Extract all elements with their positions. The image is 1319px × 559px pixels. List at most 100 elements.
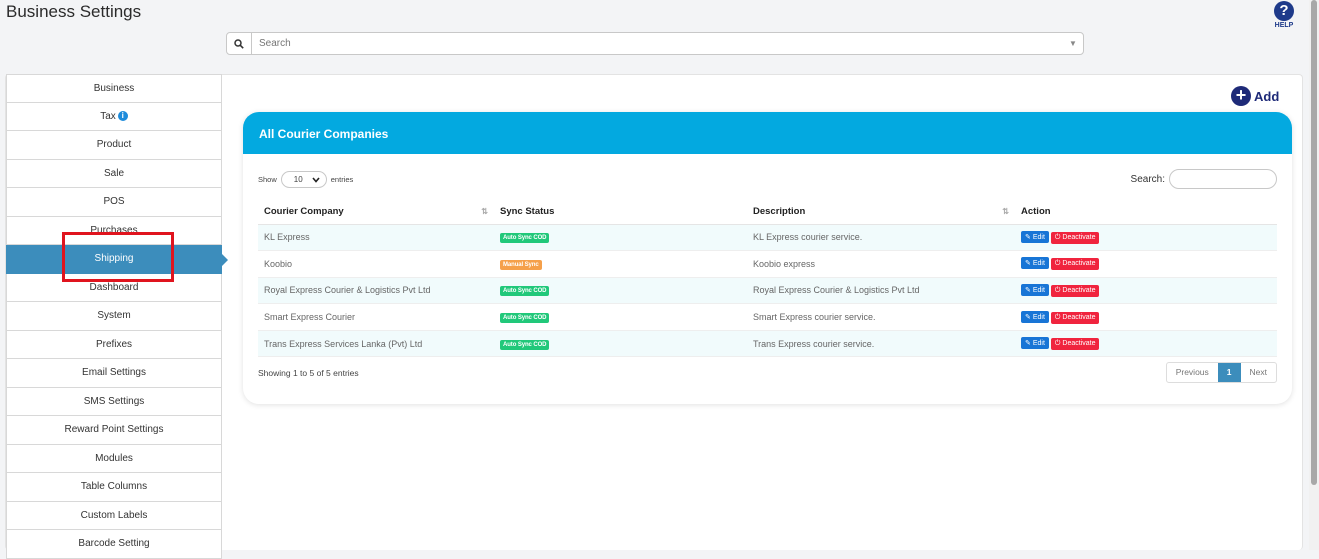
sidebar-item-label: POS [103, 196, 125, 207]
table-search-input[interactable] [1169, 169, 1277, 189]
sidebar-item-dashboard[interactable]: Dashboard [6, 273, 222, 302]
scrollbar-thumb[interactable] [1311, 0, 1317, 485]
power-icon: ⏻ [1054, 260, 1061, 268]
table-row: Royal Express Courier & Logistics Pvt Lt… [258, 277, 1277, 305]
sidebar-item-label: System [97, 310, 131, 321]
sidebar-item-product[interactable]: Product [6, 131, 222, 160]
description-cell: Koobio express [747, 250, 1015, 278]
edit-label: Edit [1032, 313, 1045, 321]
edit-icon: ✎ [1025, 260, 1031, 268]
search-input[interactable] [252, 33, 1063, 54]
page-1-button[interactable]: 1 [1217, 363, 1241, 382]
chevron-down-icon[interactable]: ▼ [1063, 33, 1083, 54]
plus-circle-icon: + [1231, 86, 1251, 106]
deactivate-button[interactable]: ⏻ Deactivate [1050, 258, 1100, 271]
show-entries: Show 10 entries [258, 171, 353, 188]
question-circle-icon: ? [1274, 1, 1294, 21]
sidebar-item-purchases[interactable]: Purchases [6, 216, 222, 245]
sidebar-item-label: Reward Point Settings [64, 424, 164, 435]
deactivate-button[interactable]: ⏻ Deactivate [1050, 311, 1100, 324]
sync-status-badge: Auto Sync COD [500, 339, 550, 350]
sidebar-item-pos[interactable]: POS [6, 188, 222, 217]
deactivate-label: Deactivate [1062, 313, 1096, 321]
search-button[interactable] [227, 33, 252, 54]
sidebar-item-modules[interactable]: Modules [6, 444, 222, 473]
column-header-action: Action [1015, 199, 1277, 225]
deactivate-button[interactable]: ⏻ Deactivate [1050, 338, 1100, 351]
sidebar-item-prefixes[interactable]: Prefixes [6, 330, 222, 359]
table-row: Smart Express Courier Auto Sync COD Smart … [258, 303, 1277, 331]
column-header-sync-status[interactable]: Sync Status [494, 199, 747, 225]
action-cell: ✎ Edit ⏻ Deactivate [1015, 330, 1277, 358]
column-header-description[interactable]: Description ⇅ [747, 199, 1015, 225]
sidebar-item-business[interactable]: Business [6, 74, 222, 103]
showing-info: Showing 1 to 5 of 5 entries [258, 368, 359, 378]
edit-label: Edit [1032, 260, 1045, 268]
sort-icon: ⇅ [481, 207, 488, 216]
sort-icon: ⇅ [1002, 207, 1009, 216]
edit-button[interactable]: ✎ Edit [1021, 337, 1049, 350]
page-title: Business Settings [6, 2, 142, 21]
settings-search-bar[interactable]: ▼ [226, 32, 1084, 55]
pagination: Previous 1 Next [1165, 362, 1277, 383]
action-cell: ✎ Edit ⏻ Deactivate [1015, 224, 1277, 252]
table-controls: Show 10 entries Search: [258, 169, 1277, 189]
edit-icon: ✎ [1025, 340, 1031, 348]
sync-status-badge: Manual Sync [500, 259, 542, 270]
deactivate-button[interactable]: ⏻ Deactivate [1050, 231, 1100, 244]
next-button[interactable]: Next [1241, 363, 1276, 382]
sidebar-item-shipping[interactable]: Shipping [6, 245, 228, 274]
table-search: Search: [1131, 169, 1277, 189]
power-icon: ⏻ [1054, 233, 1061, 241]
sidebar-item-email-settings[interactable]: Email Settings [6, 359, 222, 388]
deactivate-label: Deactivate [1062, 260, 1096, 268]
sidebar-item-label: Purchases [90, 224, 138, 236]
sidebar-item-sale[interactable]: Sale [6, 159, 222, 188]
sidebar-item-label: Product [96, 139, 132, 150]
edit-button[interactable]: ✎ Edit [1021, 283, 1049, 296]
edit-label: Edit [1032, 340, 1045, 348]
column-label: Courier Company [264, 205, 344, 217]
courier-company-cell: Koobio [258, 250, 494, 278]
deactivate-label: Deactivate [1062, 286, 1096, 294]
card-title: All Courier Companies [243, 112, 1292, 154]
courier-company-cell: KL Express [258, 224, 494, 252]
sidebar-item-label: Business [93, 83, 135, 94]
edit-button[interactable]: ✎ Edit [1021, 310, 1049, 323]
info-icon[interactable]: i [117, 110, 128, 121]
power-icon: ⏻ [1054, 286, 1061, 294]
edit-icon: ✎ [1025, 313, 1031, 321]
sidebar-item-sms-settings[interactable]: SMS Settings [6, 387, 222, 416]
edit-button[interactable]: ✎ Edit [1021, 230, 1049, 243]
sidebar-item-table-columns[interactable]: Table Columns [6, 473, 222, 502]
deactivate-button[interactable]: ⏻ Deactivate [1050, 284, 1100, 297]
entries-select[interactable]: 10 [280, 171, 327, 188]
sync-status-badge: Auto Sync COD [500, 233, 550, 244]
courier-company-cell: Smart Express Courier [258, 303, 494, 331]
previous-button[interactable]: Previous [1167, 363, 1218, 382]
sidebar-item-system[interactable]: System [6, 302, 222, 331]
entries-label: entries [330, 175, 354, 184]
help-label: HELP [1274, 22, 1294, 29]
show-label: Show [258, 175, 277, 184]
description-cell: KL Express courier service. [747, 224, 1015, 252]
sidebar-item-reward-point-settings[interactable]: Reward Point Settings [6, 416, 222, 445]
sync-status-badge: Auto Sync COD [500, 286, 550, 297]
sidebar-item-tax[interactable]: Tax i [6, 102, 222, 131]
sidebar-item-custom-labels[interactable]: Custom Labels [6, 501, 222, 530]
help-button[interactable]: ? HELP [1269, 1, 1299, 29]
deactivate-label: Deactivate [1062, 233, 1096, 241]
chevron-down-icon [312, 176, 320, 183]
action-cell: ✎ Edit ⏻ Deactivate [1015, 250, 1277, 278]
courier-table: Courier Company ⇅ Sync Status Descriptio… [258, 199, 1277, 358]
sidebar-item-barcode-setting[interactable]: Barcode Setting [6, 530, 222, 559]
sidebar-item-label: Sale [103, 167, 124, 179]
add-button[interactable]: + Add [1231, 86, 1279, 106]
edit-button[interactable]: ✎ Edit [1021, 257, 1049, 270]
sync-status-cell: Manual Sync [494, 250, 747, 278]
add-label: Add [1254, 88, 1280, 104]
column-label: Description [753, 205, 806, 217]
column-label: Sync Status [500, 205, 555, 217]
column-header-courier-company[interactable]: Courier Company ⇅ [258, 199, 494, 225]
sidebar-item-label: Table Columns [80, 481, 148, 492]
